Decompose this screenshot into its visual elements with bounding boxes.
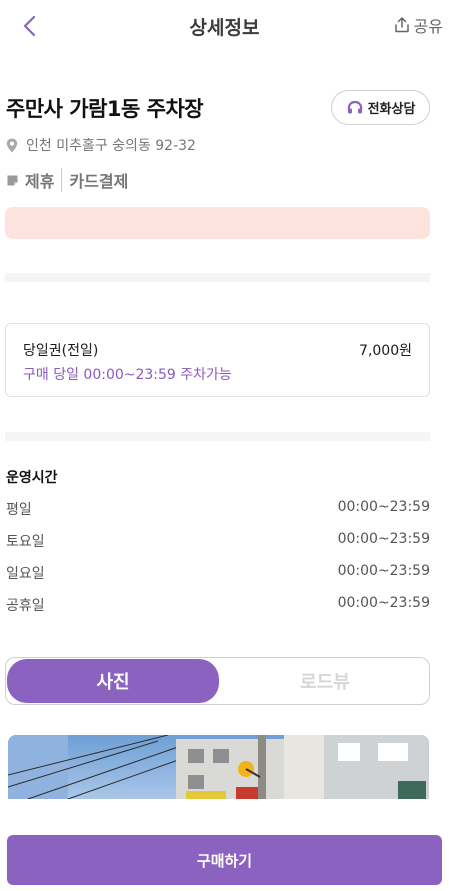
street-photo-image xyxy=(8,735,429,799)
headset-icon xyxy=(347,100,362,113)
share-icon xyxy=(394,17,409,33)
address-row: 인천 미추홀구 숭의동 92-32 xyxy=(6,135,196,155)
app-header: 상세정보 공유 xyxy=(0,0,449,52)
tag-icon xyxy=(7,175,18,185)
hours-time: 00:00~23:59 xyxy=(337,531,430,547)
purchase-button[interactable]: 구매하기 xyxy=(7,835,442,885)
media-toggle: 사진 로드뷰 xyxy=(5,657,430,705)
place-name: 주만사 가람1동 주차장 xyxy=(6,97,204,121)
tag-partner: 제휴 xyxy=(25,172,55,191)
share-label: 공유 xyxy=(413,17,443,36)
hours-time: 00:00~23:59 xyxy=(337,563,430,579)
tab-photo[interactable]: 사진 xyxy=(7,659,219,703)
ticket-card[interactable]: 당일권(전일) 7,000원 구매 당일 00:00~23:59 주차가능 xyxy=(5,323,430,397)
operating-hours-title: 운영시간 xyxy=(6,470,58,486)
hours-row-holiday: 공휴일 00:00~23:59 xyxy=(6,595,430,615)
notice-banner xyxy=(5,207,430,239)
hours-row-sunday: 일요일 00:00~23:59 xyxy=(6,563,430,583)
hours-day: 일요일 xyxy=(6,566,45,582)
page-title: 상세정보 xyxy=(189,17,260,39)
tab-roadview[interactable]: 로드뷰 xyxy=(221,659,429,703)
tags-row: 제휴 카드결제 xyxy=(6,168,135,192)
section-divider xyxy=(5,273,430,282)
tag-card-payment: 카드결제 xyxy=(61,168,135,192)
share-button[interactable]: 공유 xyxy=(393,13,443,37)
location-pin-icon xyxy=(6,138,18,152)
call-consult-label: 전화상담 xyxy=(367,102,416,117)
call-consult-button[interactable]: 전화상담 xyxy=(331,90,430,125)
hours-time: 00:00~23:59 xyxy=(337,499,430,515)
hours-day: 공휴일 xyxy=(6,598,45,614)
hours-day: 평일 xyxy=(6,502,32,518)
ticket-price: 7,000원 xyxy=(359,343,412,359)
parking-lot-photo[interactable] xyxy=(8,735,429,799)
hours-day: 토요일 xyxy=(6,534,45,550)
hours-time: 00:00~23:59 xyxy=(337,595,430,611)
address-text: 인천 미추홀구 숭의동 92-32 xyxy=(26,138,196,154)
hours-row-weekday: 평일 00:00~23:59 xyxy=(6,499,430,519)
ticket-description: 구매 당일 00:00~23:59 주차가능 xyxy=(23,367,232,383)
section-divider xyxy=(5,432,430,441)
hours-row-saturday: 토요일 00:00~23:59 xyxy=(6,531,430,551)
ticket-name: 당일권(전일) xyxy=(23,343,99,359)
